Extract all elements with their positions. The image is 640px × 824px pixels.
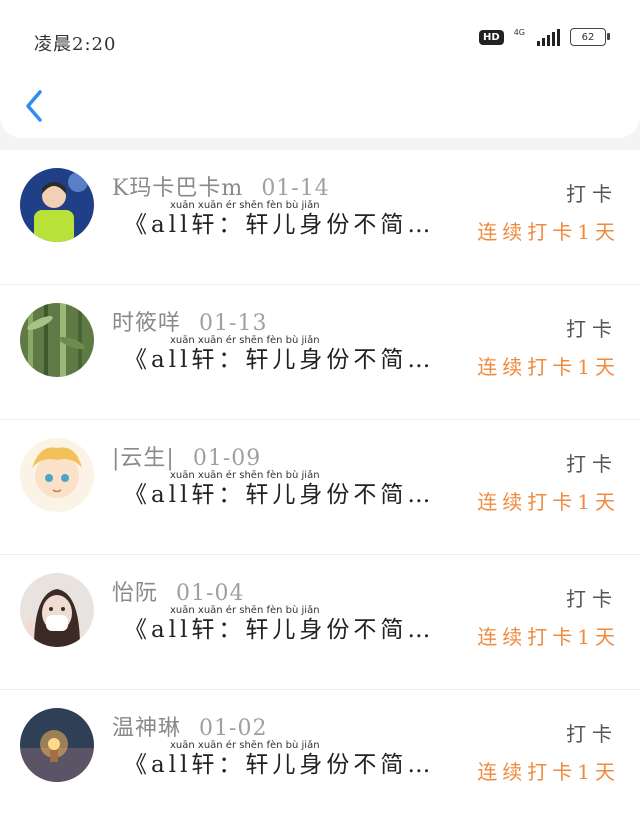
status-icons: HD 4G 62 <box>479 28 610 46</box>
checkin-button[interactable]: 打卡 <box>566 313 618 342</box>
streak-label: 连续打卡1天 <box>477 760 620 784</box>
chevron-left-icon <box>26 90 42 122</box>
checkin-date: 01-13 <box>199 311 268 336</box>
back-button[interactable] <box>22 88 48 124</box>
hd-icon: HD <box>479 29 504 45</box>
checkin-button[interactable]: 打卡 <box>566 583 618 612</box>
user-name: 时筱咩 <box>112 311 182 336</box>
book-title[interactable]: 《all轩：轩儿身份不简… <box>124 205 434 239</box>
avatar[interactable] <box>20 573 94 647</box>
list-item[interactable]: |云生| 01-09 xuān xuān ér shēn fèn bù jiǎn … <box>0 419 640 554</box>
user-name: |云生| <box>112 446 175 471</box>
streak-label: 连续打卡1天 <box>477 355 620 379</box>
checkin-button[interactable]: 打卡 <box>566 718 618 747</box>
list-item[interactable]: 时筱咩 01-13 xuān xuān ér shēn fèn bù jiǎn 《… <box>0 284 640 419</box>
status-time: 凌晨2:20 <box>34 34 117 55</box>
checkin-date: 01-14 <box>261 176 330 201</box>
checkin-button[interactable]: 打卡 <box>566 178 618 207</box>
user-name-line: |云生| 01-09 <box>112 440 261 472</box>
user-name-line: 温神琳 01-02 <box>112 710 267 742</box>
checkin-date: 01-09 <box>192 446 262 471</box>
book-title[interactable]: 《all轩：轩儿身份不简… <box>124 340 434 374</box>
book-title[interactable]: 《all轩：轩儿身份不简… <box>124 475 434 509</box>
list-item[interactable]: 温神琳 01-02 xuān xuān ér shēn fèn bù jiǎn 《… <box>0 689 640 824</box>
user-name-line: K玛卡巴卡m 01-14 <box>112 170 330 202</box>
book-title[interactable]: 《all轩：轩儿身份不简… <box>124 610 434 644</box>
top-bar: 凌晨2:20 HD 4G 62 <box>0 0 640 138</box>
checkin-button[interactable]: 打卡 <box>566 448 618 477</box>
avatar[interactable] <box>20 168 94 242</box>
user-name-line: 怡阮 01-04 <box>112 575 244 607</box>
battery-icon: 62 <box>570 28 610 46</box>
book-title[interactable]: 《all轩：轩儿身份不简… <box>124 745 434 779</box>
network-type: 4G <box>513 28 525 37</box>
streak-label: 连续打卡1天 <box>477 625 620 649</box>
list-item[interactable]: K玛卡巴卡m 01-14 xuān xuān ér shēn fèn bù jiǎ… <box>0 150 640 284</box>
user-name: K玛卡巴卡m <box>112 176 244 201</box>
signal-icon <box>537 28 560 46</box>
list-item[interactable]: 怡阮 01-04 xuān xuān ér shēn fèn bù jiǎn 《a… <box>0 554 640 689</box>
checkin-list: K玛卡巴卡m 01-14 xuān xuān ér shēn fèn bù jiǎ… <box>0 150 640 824</box>
user-name: 温神琳 <box>112 716 182 741</box>
user-name-line: 时筱咩 01-13 <box>112 305 267 337</box>
user-name: 怡阮 <box>112 581 159 606</box>
avatar[interactable] <box>20 438 94 512</box>
avatar[interactable] <box>20 303 94 377</box>
streak-label: 连续打卡1天 <box>477 490 620 514</box>
streak-label: 连续打卡1天 <box>477 220 620 244</box>
avatar[interactable] <box>20 708 94 782</box>
checkin-date: 01-04 <box>176 581 245 606</box>
checkin-date: 01-02 <box>199 716 268 741</box>
